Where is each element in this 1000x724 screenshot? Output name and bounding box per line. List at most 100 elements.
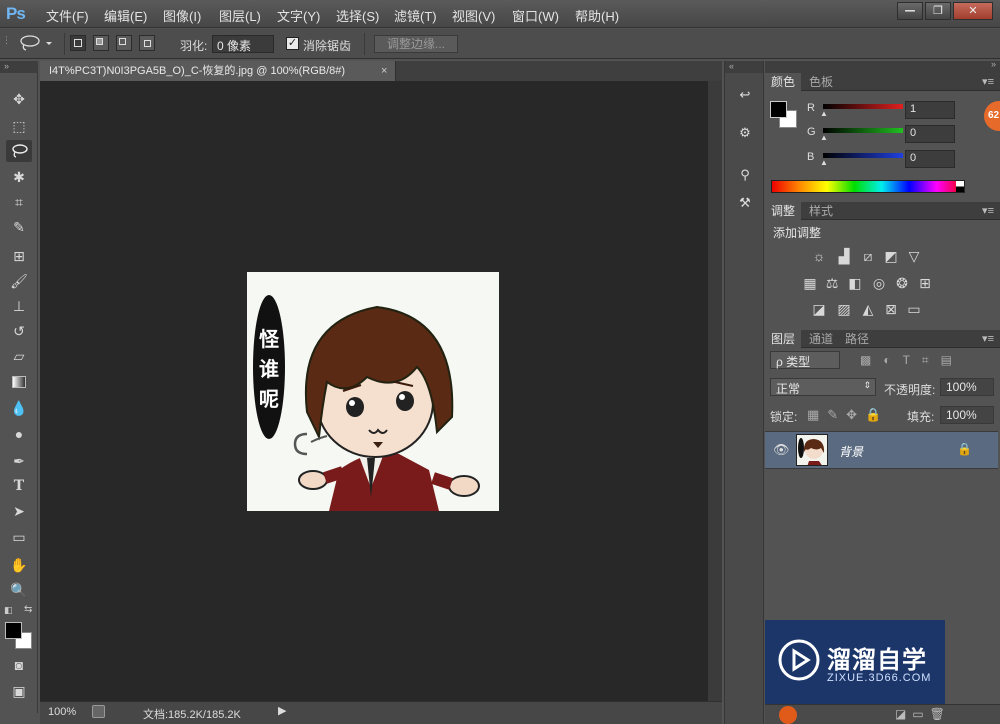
menu-view[interactable]: 视图(V) bbox=[452, 6, 495, 25]
screen-mode-icon[interactable]: ▣ bbox=[6, 680, 32, 702]
hue-saturation-icon[interactable]: ▦ bbox=[801, 275, 819, 291]
tool-preset-picker[interactable] bbox=[16, 32, 56, 54]
tab-styles[interactable]: 样式 bbox=[803, 202, 839, 220]
gradient-tool-icon[interactable] bbox=[6, 371, 32, 393]
slider-thumb-b[interactable]: ▲ bbox=[820, 158, 828, 167]
eye-icon[interactable]: 👁 bbox=[773, 442, 790, 458]
zoom-tool-icon[interactable]: 🔍 bbox=[6, 579, 32, 601]
slider-g[interactable] bbox=[823, 128, 903, 133]
layer-name[interactable]: 背景 bbox=[839, 443, 863, 460]
app-badge-icon[interactable] bbox=[779, 706, 797, 724]
add-to-selection-icon[interactable] bbox=[93, 35, 109, 51]
menu-filter[interactable]: 滤镜(T) bbox=[394, 6, 437, 25]
document-canvas[interactable]: 怪 谁 呢 bbox=[40, 81, 708, 701]
rectangle-tool-icon[interactable]: ▭ bbox=[6, 526, 32, 548]
properties-panel-icon[interactable]: ⚙ bbox=[734, 123, 756, 143]
brush-presets-panel-icon[interactable]: ⚲ bbox=[734, 165, 756, 185]
default-colors-icon[interactable]: ◧ bbox=[4, 605, 13, 616]
crop-tool-icon[interactable]: ⌗ bbox=[6, 191, 32, 213]
invert-icon[interactable]: ◪ bbox=[810, 301, 828, 317]
dodge-tool-icon[interactable]: ● bbox=[6, 423, 32, 445]
selective-color-icon[interactable]: ⊠ bbox=[882, 301, 900, 317]
antialias-checkbox[interactable]: ✓ bbox=[286, 37, 299, 50]
quick-mask-icon[interactable]: ◙ bbox=[6, 654, 32, 676]
history-panel-icon[interactable]: ↩ bbox=[734, 85, 756, 105]
layer-filter-icons[interactable]: ▩◐T⌗▤ bbox=[860, 353, 964, 368]
clone-stamp-tool-icon[interactable]: ⊥ bbox=[6, 295, 32, 317]
color-lookup-icon[interactable]: ⊞ bbox=[916, 275, 934, 291]
tab-channels[interactable]: 通道 bbox=[803, 330, 839, 348]
menu-layer[interactable]: 图层(L) bbox=[219, 6, 261, 25]
threshold-icon[interactable]: ◭ bbox=[859, 301, 877, 317]
fill-input[interactable]: 100% bbox=[940, 406, 994, 424]
layer-row[interactable]: 👁 背景 🔒 bbox=[765, 431, 998, 469]
lock-icons[interactable]: ▦✎✥🔒 bbox=[807, 407, 889, 423]
type-tool-icon[interactable]: T bbox=[6, 475, 32, 497]
history-brush-tool-icon[interactable]: ↺ bbox=[6, 320, 32, 342]
panel-menu-icon[interactable]: ▾≡ bbox=[982, 75, 994, 88]
magic-wand-tool-icon[interactable]: ✱ bbox=[6, 166, 32, 188]
tool-presets-panel-icon[interactable]: ⚒ bbox=[734, 193, 756, 213]
notification-badge[interactable]: 62 bbox=[984, 101, 1000, 131]
minimize-button[interactable]: — bbox=[897, 2, 923, 20]
menu-window[interactable]: 窗口(W) bbox=[512, 6, 559, 25]
healing-brush-tool-icon[interactable]: ⊞ bbox=[6, 245, 32, 267]
tab-adjustments[interactable]: 调整 bbox=[765, 202, 802, 220]
tab-color[interactable]: 颜色 bbox=[765, 73, 802, 91]
menu-select[interactable]: 选择(S) bbox=[336, 6, 379, 25]
eraser-tool-icon[interactable]: ▱ bbox=[6, 345, 32, 367]
slider-thumb-g[interactable]: ▲ bbox=[820, 133, 828, 142]
share-icon[interactable] bbox=[92, 705, 105, 718]
black-white-ramp[interactable] bbox=[956, 181, 964, 192]
photo-filter-icon[interactable]: ◎ bbox=[870, 275, 888, 291]
foreground-color-swatch[interactable] bbox=[5, 622, 22, 639]
exposure-icon[interactable]: ◩ bbox=[882, 248, 900, 264]
value-r[interactable]: 1 bbox=[905, 101, 955, 119]
posterize-icon[interactable]: ▨ bbox=[835, 301, 853, 317]
zoom-level[interactable]: 100% bbox=[48, 706, 76, 718]
menu-help[interactable]: 帮助(H) bbox=[575, 6, 619, 25]
document-vertical-scrollbar[interactable] bbox=[708, 81, 722, 701]
gradient-map-icon[interactable]: ▭ bbox=[905, 301, 923, 317]
blur-tool-icon[interactable]: 💧 bbox=[6, 397, 32, 419]
tab-swatches[interactable]: 色板 bbox=[803, 73, 839, 91]
slider-r[interactable] bbox=[823, 104, 903, 109]
value-b[interactable]: 0 bbox=[905, 150, 955, 168]
layer-actions-icons[interactable]: ◪▭🗑 bbox=[895, 707, 951, 721]
black-white-icon[interactable]: ◧ bbox=[846, 275, 864, 291]
tab-close-icon[interactable]: × bbox=[381, 61, 387, 81]
brightness-contrast-icon[interactable]: ☼ bbox=[810, 248, 828, 264]
brush-tool-icon[interactable]: 🖌 bbox=[6, 270, 32, 292]
path-selection-tool-icon[interactable]: ➤ bbox=[6, 500, 32, 522]
status-menu-arrow-icon[interactable]: ▶ bbox=[278, 704, 286, 717]
feather-input[interactable]: 0 像素 bbox=[212, 35, 274, 53]
lasso-tool-icon[interactable] bbox=[6, 140, 32, 162]
menu-file[interactable]: 文件(F) bbox=[46, 6, 89, 25]
hand-tool-icon[interactable]: ✋ bbox=[6, 554, 32, 576]
value-g[interactable]: 0 bbox=[905, 125, 955, 143]
vibrance-icon[interactable]: ▽ bbox=[905, 248, 923, 264]
color-balance-icon[interactable]: ⚖ bbox=[823, 275, 841, 291]
swap-colors-icon[interactable]: ⇆ bbox=[24, 604, 32, 615]
opacity-input[interactable]: 100% bbox=[940, 378, 994, 396]
layer-filter-dropdown[interactable]: ρ 类型 bbox=[770, 351, 840, 369]
channel-mixer-icon[interactable]: ❂ bbox=[893, 275, 911, 291]
move-tool-icon[interactable]: ✥ bbox=[6, 88, 32, 110]
levels-icon[interactable]: ▟ bbox=[835, 248, 853, 264]
slider-b[interactable] bbox=[823, 153, 903, 158]
intersect-selection-icon[interactable] bbox=[139, 35, 155, 51]
subtract-selection-icon[interactable] bbox=[116, 35, 132, 51]
curves-icon[interactable]: ⧄ bbox=[859, 248, 877, 264]
menu-type[interactable]: 文字(Y) bbox=[277, 6, 320, 25]
slider-thumb-r[interactable]: ▲ bbox=[820, 109, 828, 118]
eyedropper-tool-icon[interactable]: ✎ bbox=[6, 216, 32, 238]
tab-paths[interactable]: 路径 bbox=[839, 330, 875, 348]
tab-layers[interactable]: 图层 bbox=[765, 330, 802, 348]
document-tab[interactable]: I4T%PC3T)N0I3PGA5B_O)_C-恢复的.jpg @ 100%(R… bbox=[40, 61, 396, 81]
color-foreground-swatch[interactable] bbox=[770, 101, 787, 118]
blend-mode-dropdown[interactable]: 正常 ⇕ bbox=[770, 378, 876, 396]
color-spectrum-ramp[interactable] bbox=[771, 180, 965, 193]
panel-menu-icon[interactable]: ▾≡ bbox=[982, 332, 994, 345]
marquee-tool-icon[interactable]: ⬚ bbox=[6, 115, 32, 137]
close-button[interactable]: ✕ bbox=[953, 2, 993, 20]
